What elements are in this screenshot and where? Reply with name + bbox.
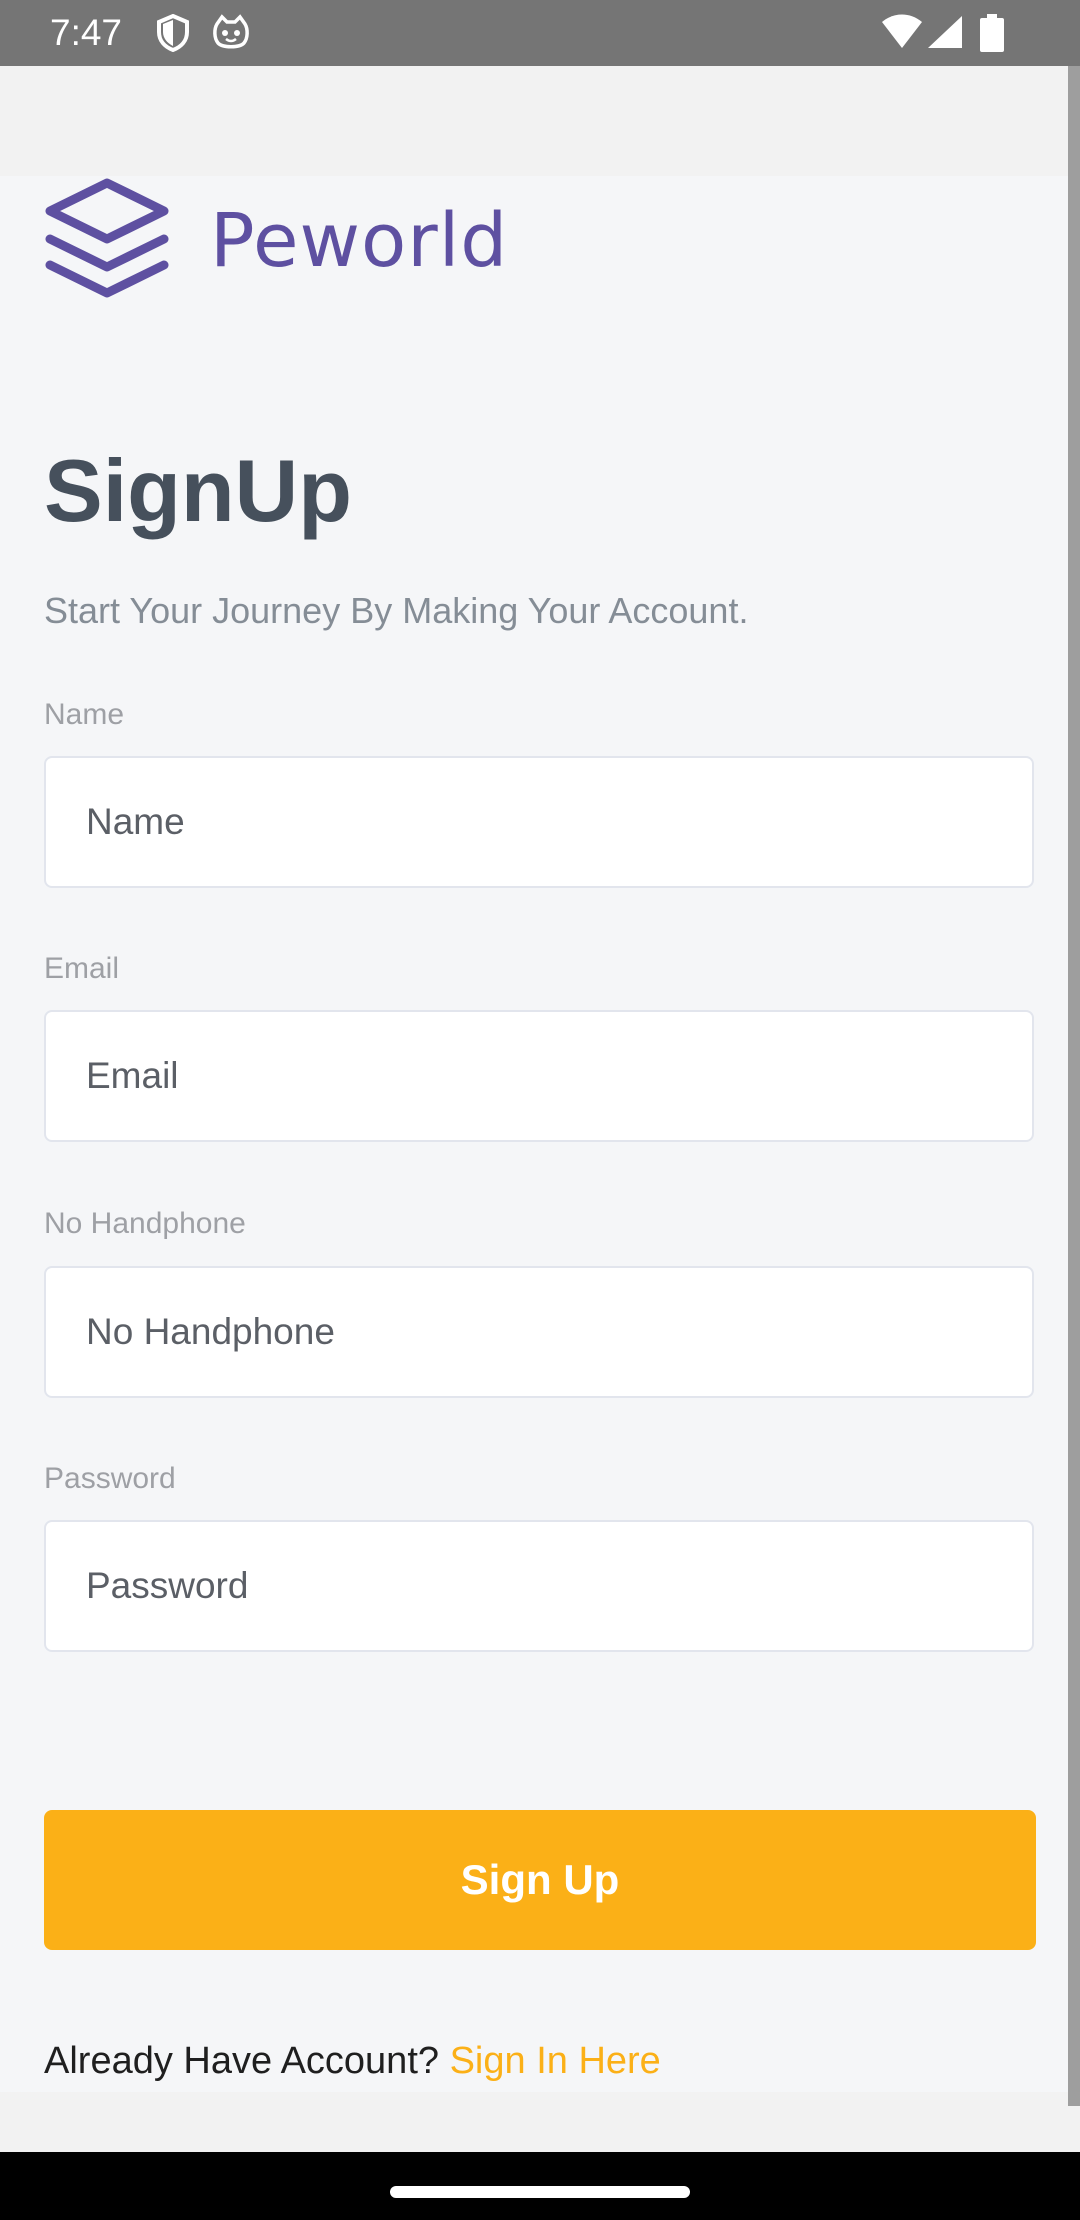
email-input[interactable] [44, 1010, 1034, 1142]
shield-icon [155, 13, 191, 57]
signup-button[interactable]: Sign Up [44, 1810, 1036, 1950]
status-bar: 7:47 [0, 0, 1080, 66]
layers-icon [44, 177, 170, 306]
signin-prompt-text: Already Have Account? [44, 2040, 450, 2082]
battery-icon [980, 14, 1004, 57]
name-input[interactable] [44, 756, 1034, 888]
brand-name: Peworld [210, 198, 509, 284]
phone-label: No Handphone [44, 1207, 246, 1240]
brand-logo: Peworld [44, 176, 508, 306]
signin-link[interactable]: Sign In Here [450, 2040, 661, 2082]
signup-screen: 7:47 Peworld SignUp Start Your Journey B… [0, 0, 1080, 2220]
email-label: Email [44, 952, 120, 985]
password-input[interactable] [44, 1520, 1034, 1652]
password-label: Password [44, 1462, 176, 1495]
status-time: 7:47 [50, 12, 123, 53]
name-label: Name [44, 698, 125, 731]
signal-icon [924, 14, 964, 55]
cat-icon [212, 14, 250, 57]
signin-prompt-row: Already Have Account? Sign In Here [44, 2040, 661, 2083]
phone-input[interactable] [44, 1266, 1034, 1398]
home-indicator[interactable] [390, 2186, 690, 2198]
scrollbar[interactable] [1068, 66, 1080, 2106]
wifi-icon [880, 14, 924, 55]
header-band [0, 66, 1068, 176]
page-title: SignUp [44, 441, 352, 540]
page-subtitle: Start Your Journey By Making Your Accoun… [44, 590, 749, 631]
